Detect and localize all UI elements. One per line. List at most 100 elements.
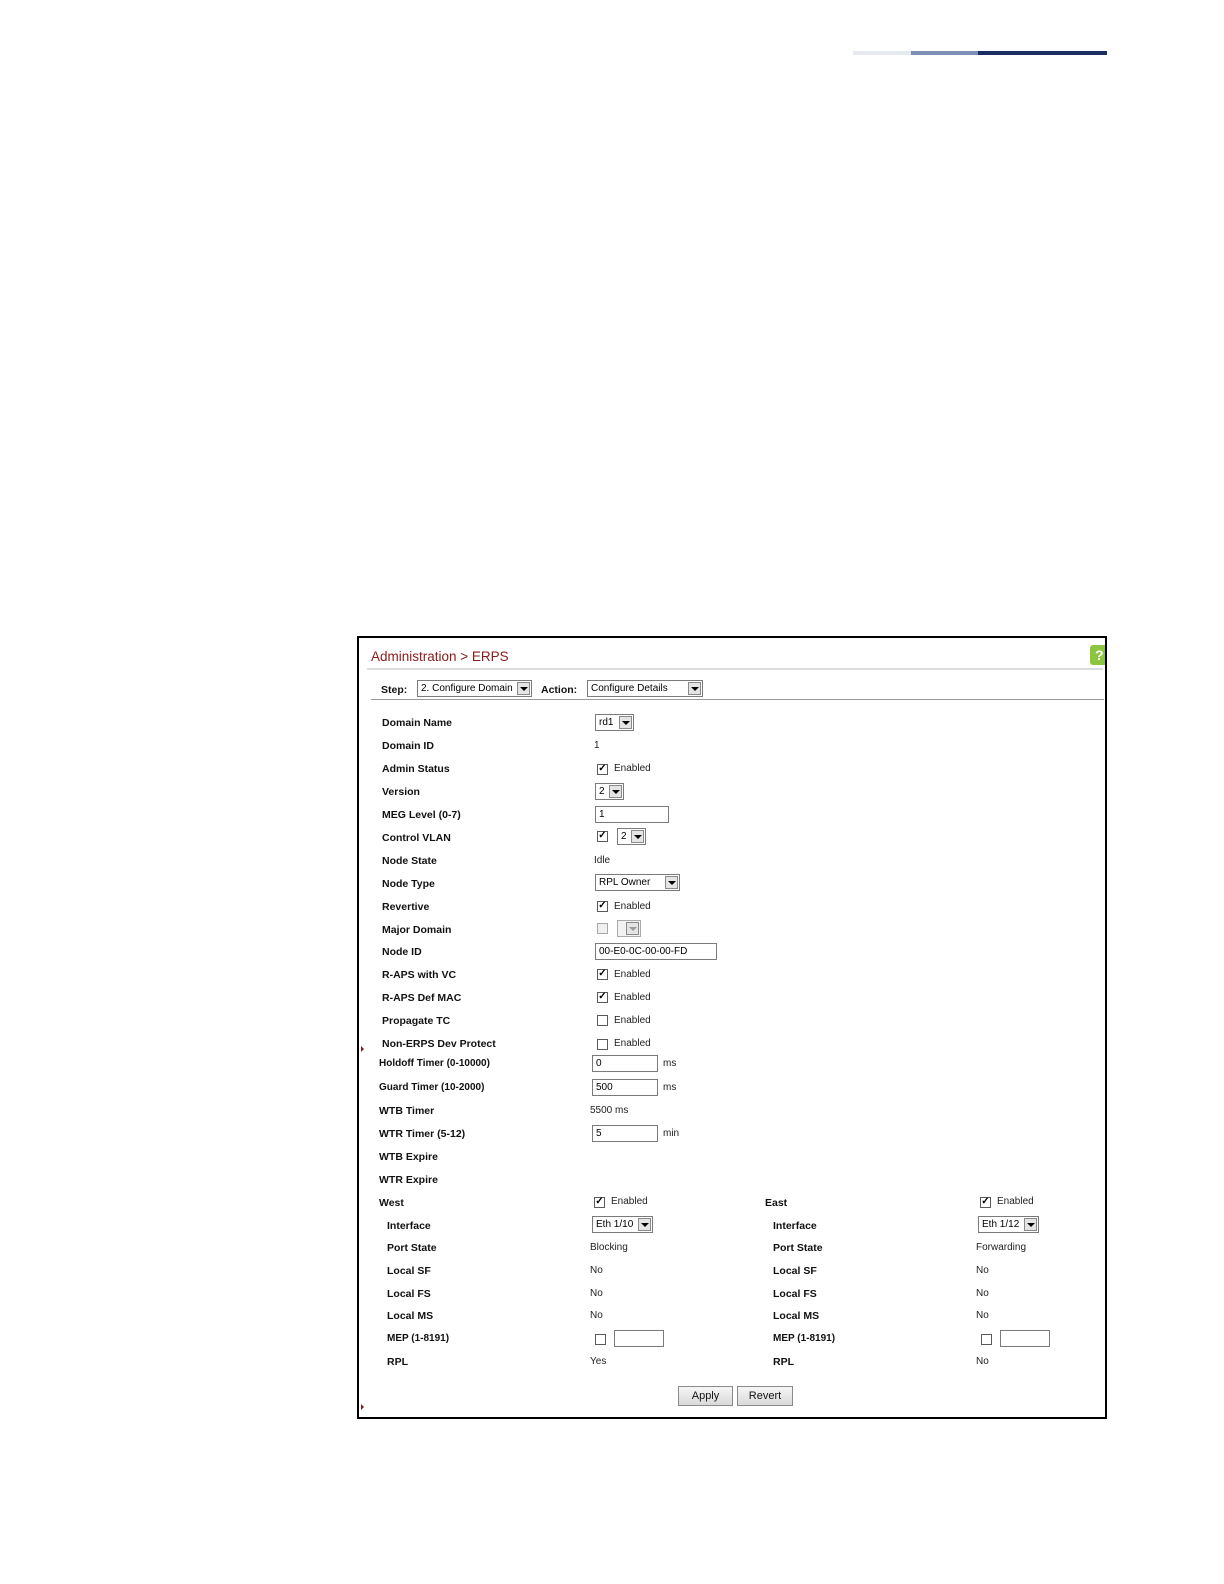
major-domain-label: Major Domain <box>382 924 452 936</box>
east-enabled-checkbox[interactable] <box>980 1197 991 1208</box>
east-enabled-label: Enabled <box>997 1196 1034 1207</box>
version-value: 2 <box>599 786 605 797</box>
node-type-value: RPL Owner <box>599 877 651 888</box>
west-local-sf-value: No <box>590 1265 603 1276</box>
node-type-label: Node Type <box>382 878 435 890</box>
chevron-down-icon <box>638 1218 651 1231</box>
meg-level-label: MEG Level (0-7) <box>382 809 461 821</box>
guard-timer-label: Guard Timer (10-2000) <box>379 1082 485 1093</box>
control-vlan-value: 2 <box>621 831 627 842</box>
title-divider <box>367 668 1103 670</box>
raps-def-mac-checkbox[interactable] <box>597 992 608 1003</box>
east-rpl-value: No <box>976 1356 989 1367</box>
west-local-fs-label: Local FS <box>387 1288 431 1300</box>
west-local-fs-value: No <box>590 1288 603 1299</box>
step-select-value: 2. Configure Domain <box>421 683 513 694</box>
west-mep-input[interactable] <box>614 1330 664 1347</box>
east-port-state-value: Forwarding <box>976 1242 1027 1253</box>
non-erps-dev-protect-checkbox[interactable] <box>597 1039 608 1050</box>
raps-def-mac-label: R-APS Def MAC <box>382 992 462 1004</box>
help-icon[interactable]: ? <box>1090 645 1105 665</box>
raps-with-vc-checkbox[interactable] <box>597 969 608 980</box>
wtr-timer-input[interactable]: 5 <box>592 1125 658 1142</box>
west-port-state-label: Port State <box>387 1242 437 1254</box>
chevron-down-icon <box>631 830 644 843</box>
step-label: Step: <box>381 684 408 696</box>
wtb-expire-label: WTB Expire <box>379 1151 438 1163</box>
raps-with-vc-checkbox-label: Enabled <box>614 969 651 980</box>
node-id-input[interactable]: 00-E0-0C-00-00-FD <box>595 943 717 960</box>
propagate-tc-checkbox-label: Enabled <box>614 1015 651 1026</box>
control-vlan-checkbox[interactable] <box>597 831 608 842</box>
east-mep-input[interactable] <box>1000 1330 1050 1347</box>
east-port-state-label: Port State <box>773 1242 823 1254</box>
node-state-label: Node State <box>382 855 437 867</box>
row-marker <box>361 1046 364 1052</box>
step-select[interactable]: 2. Configure Domain <box>417 680 532 697</box>
wtb-timer-label: WTB Timer <box>379 1105 435 1117</box>
east-mep-checkbox[interactable] <box>981 1334 992 1345</box>
east-interface-select[interactable]: Eth 1/12 <box>978 1216 1039 1233</box>
chevron-down-icon <box>665 876 678 889</box>
east-interface-label: Interface <box>773 1220 817 1232</box>
action-select[interactable]: Configure Details <box>587 680 703 697</box>
west-interface-select[interactable]: Eth 1/10 <box>592 1216 653 1233</box>
toolbar-divider <box>371 699 1104 700</box>
node-state-value: Idle <box>594 855 611 866</box>
propagate-tc-label: Propagate TC <box>382 1015 451 1027</box>
node-type-select[interactable]: RPL Owner <box>595 874 680 891</box>
west-interface-label: Interface <box>387 1220 431 1232</box>
holdoff-timer-input[interactable]: 0 <box>592 1055 658 1072</box>
chevron-down-icon <box>619 716 632 729</box>
revertive-label: Revertive <box>382 901 430 913</box>
apply-button[interactable]: Apply <box>678 1386 733 1406</box>
west-enabled-label: Enabled <box>611 1196 648 1207</box>
page-title: Administration > ERPS <box>371 649 509 664</box>
raps-def-mac-checkbox-label: Enabled <box>614 992 651 1003</box>
chevron-down-icon <box>688 682 701 695</box>
control-vlan-select[interactable]: 2 <box>617 828 646 845</box>
domain-id-label: Domain ID <box>382 740 434 752</box>
west-rpl-label: RPL <box>387 1356 408 1368</box>
domain-name-label: Domain Name <box>382 717 453 729</box>
erps-config-window: Administration > ERPS ? Step: 2. Configu… <box>357 636 1107 1419</box>
control-vlan-label: Control VLAN <box>382 832 451 844</box>
revertive-checkbox[interactable] <box>597 901 608 912</box>
header-accent-bar-dark <box>978 51 1107 55</box>
west-local-sf-label: Local SF <box>387 1265 431 1277</box>
domain-name-select[interactable]: rd1 <box>595 714 634 731</box>
version-select[interactable]: 2 <box>595 783 624 800</box>
domain-id-value: 1 <box>594 740 600 751</box>
admin-status-checkbox-label: Enabled <box>614 763 651 774</box>
east-local-sf-label: Local SF <box>773 1265 817 1277</box>
west-local-ms-label: Local MS <box>387 1310 434 1322</box>
west-mep-checkbox[interactable] <box>595 1334 606 1345</box>
west-mep-label: MEP (1-8191) <box>387 1333 450 1344</box>
guard-timer-input[interactable]: 500 <box>592 1079 658 1096</box>
east-rpl-label: RPL <box>773 1356 794 1368</box>
east-label: East <box>765 1197 788 1209</box>
major-domain-checkbox[interactable] <box>597 923 608 934</box>
admin-status-checkbox[interactable] <box>597 764 608 775</box>
chevron-down-icon <box>609 785 622 798</box>
domain-name-value: rd1 <box>599 717 614 728</box>
east-local-ms-label: Local MS <box>773 1310 820 1322</box>
meg-level-input[interactable]: 1 <box>595 806 669 823</box>
non-erps-dev-protect-label: Non-ERPS Dev Protect <box>382 1038 496 1050</box>
east-local-ms-value: No <box>976 1310 989 1321</box>
guard-timer-unit: ms <box>663 1082 677 1093</box>
major-domain-select[interactable] <box>617 920 641 937</box>
chevron-down-icon <box>517 682 530 695</box>
wtr-timer-label: WTR Timer (5-12) <box>379 1128 466 1140</box>
east-interface-value: Eth 1/12 <box>982 1219 1020 1230</box>
action-select-value: Configure Details <box>591 683 668 694</box>
version-label: Version <box>382 786 420 798</box>
west-enabled-checkbox[interactable] <box>594 1197 605 1208</box>
row-marker <box>361 1404 364 1410</box>
revert-button[interactable]: Revert <box>737 1386 793 1406</box>
holdoff-timer-label: Holdoff Timer (0-10000) <box>379 1058 490 1069</box>
propagate-tc-checkbox[interactable] <box>597 1015 608 1026</box>
node-id-label: Node ID <box>382 946 422 958</box>
chevron-down-icon <box>626 922 639 935</box>
west-port-state-value: Blocking <box>590 1242 628 1253</box>
